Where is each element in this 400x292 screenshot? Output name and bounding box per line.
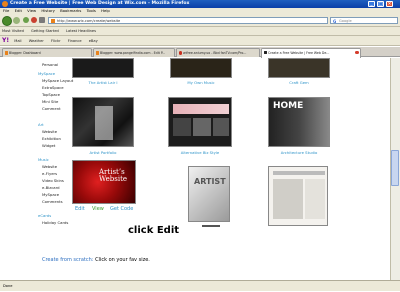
menu-view[interactable]: View [27,8,36,13]
tab-close-icon[interactable] [355,50,359,54]
sidebar-header-myspace[interactable]: MySpace [38,71,55,76]
create-from-scratch-text: Click on your fav size. [95,257,150,263]
back-arrow-icon[interactable] [2,15,12,26]
yahoo-weather[interactable]: Weather [29,39,44,43]
site-icon [178,51,182,55]
tab-blogger-edit[interactable]: Blogger: www.pangelfindia.com - Edit P..… [93,48,175,57]
tab-label: wifree.aniumy.uo - Bbd fanTV.com/Pro... [183,51,247,55]
template-caption[interactable]: Architecture Studio [268,150,330,155]
template-thumb-artist-website-red[interactable]: Artist’s Website [72,160,136,204]
edit-link[interactable]: Edit [75,206,85,212]
template-thumb-my-own-music[interactable] [170,58,232,78]
create-from-scratch-link[interactable]: Create from scratch: [42,257,93,263]
sidebar-header-art[interactable]: Art [38,122,44,127]
sidebar-item-comment[interactable]: Comment [42,106,61,111]
sidebar-item-personal[interactable]: Personal [42,62,58,67]
wix-icon [263,50,267,54]
close-button[interactable]: ✕ [386,1,393,7]
thumb-text: Artist’s Website [99,168,128,183]
click-edit-annotation: click Edit [128,225,180,236]
bookmark-getting-started[interactable]: Getting Started [31,29,59,33]
search-placeholder: Google [339,19,352,23]
tab-blogger-dashboard[interactable]: Blogger: Dashboard [2,48,92,57]
sidebar-item-mini-site[interactable]: Mini Site [42,99,58,104]
menu-file[interactable]: File [3,8,9,13]
menu-history[interactable]: History [41,8,55,13]
yahoo-flickr[interactable]: Flickr [51,39,61,43]
yahoo-mail[interactable]: Mail [14,39,21,43]
template-caption[interactable]: Craft Gem [268,80,330,85]
sidebar-item-exhibition[interactable]: Exhibition [42,136,61,141]
sidebar-item-comments[interactable]: Comments [42,199,63,204]
sidebar-item-music-myspace[interactable]: MySpace [42,192,59,197]
thumb-text: HOME [273,101,304,111]
sidebar-item-myspace-layout[interactable]: MySpace Layout [42,78,73,83]
template-thumb-architecture-studio[interactable]: HOME [268,97,330,147]
template-thumb-artist-portfolio[interactable] [72,97,134,147]
get-code-link[interactable]: Get Code [110,206,133,212]
yahoo-ebay[interactable]: eBay [89,39,98,43]
sidebar-item-art-website[interactable]: Website [42,129,57,134]
window-title: Create a Free Website | Free Web Design … [10,1,190,6]
yahoo-logo-icon[interactable]: Y! [2,37,9,44]
menu-tools[interactable]: Tools [87,8,96,13]
sidebar-item-e-flyers[interactable]: e-Flyers [42,171,57,176]
firefox-icon [2,1,8,7]
reload-icon[interactable] [23,17,29,23]
status-text: Done [3,284,13,288]
menu-bookmarks[interactable]: Bookmarks [60,8,81,13]
tab-label: Create a Free Website | Free Web De... [268,50,330,55]
bookmarks-toolbar: Most Visited Getting Started Latest Head… [0,27,400,36]
address-text: http://www.wix.com/create/website [57,19,121,23]
view-link[interactable]: View [92,206,104,212]
yahoo-toolbar: Y! Mail Weather Flickr Finance eBay [0,36,400,46]
sidebar-item-topspace[interactable]: TopSpace [42,92,60,97]
yahoo-finance[interactable]: Finance [68,39,82,43]
sidebar-item-music-website[interactable]: Website [42,164,57,169]
address-bar[interactable]: http://www.wix.com/create/website [48,17,328,24]
blogger-icon [95,51,99,55]
sidebar-item-video-skins[interactable]: Video Skins [42,178,64,183]
tab-third-site[interactable]: wifree.aniumy.uo - Bbd fanTV.com/Pro... [176,48,260,57]
template-thumb-artist-gray[interactable]: ARTIST [188,166,230,222]
site-favicon [51,19,55,23]
forward-arrow-icon[interactable] [13,17,20,24]
home-icon[interactable] [39,17,45,23]
template-caption[interactable]: Artist Portfolio [72,150,134,155]
pager-control[interactable] [202,225,220,227]
bookmark-latest-headlines[interactable]: Latest Headlines [66,29,96,33]
google-icon: G [333,18,337,24]
blogger-icon [4,51,8,55]
window-titlebar: Create a Free Website | Free Web Design … [0,0,400,8]
sidebar-item-widget[interactable]: Widget [42,143,55,148]
stop-icon[interactable] [31,17,37,23]
template-thumb-minimal-site[interactable] [268,166,328,226]
template-thumb-craft-gem[interactable] [268,58,330,78]
tab-label: Blogger: Dashboard [9,51,41,55]
sidebar-header-ecards[interactable]: eCards [38,213,51,218]
menu-edit[interactable]: Edit [15,8,22,13]
sidebar-item-holiday-cards[interactable]: Holiday Cards [42,220,68,225]
sidebar-item-e-bizcard[interactable]: e-Bizcard [42,185,60,190]
template-thumb-alternative-biz-style[interactable] [168,97,232,147]
template-caption[interactable]: Alternative Biz Style [168,150,232,155]
create-from-scratch: Create from scratch: Click on your fav s… [42,257,150,263]
search-input[interactable]: G Google [330,17,398,24]
sidebar-header-music[interactable]: Music [38,157,49,162]
status-bar: Done [0,280,400,291]
sidebar-item-extraspace[interactable]: ExtraSpace [42,85,64,90]
tab-strip: Blogger: Dashboard Blogger: www.pangelfi… [0,47,400,58]
template-caption[interactable]: My Own Music [170,80,232,85]
bookmark-most-visited[interactable]: Most Visited [2,29,24,33]
scrollbar-thumb[interactable] [391,150,399,186]
template-thumb-artist-lair[interactable] [72,58,134,78]
template-caption[interactable]: The Artist Lair I [72,80,134,85]
tab-wix-create[interactable]: Create a Free Website | Free Web De... [261,47,361,58]
minimize-button[interactable]: _ [368,1,375,7]
maximize-button[interactable]: □ [377,1,384,7]
tab-label: Blogger: www.pangelfindia.com - Edit P..… [100,51,166,55]
menu-help[interactable]: Help [101,8,110,13]
thumb-text: ARTIST [194,177,226,186]
